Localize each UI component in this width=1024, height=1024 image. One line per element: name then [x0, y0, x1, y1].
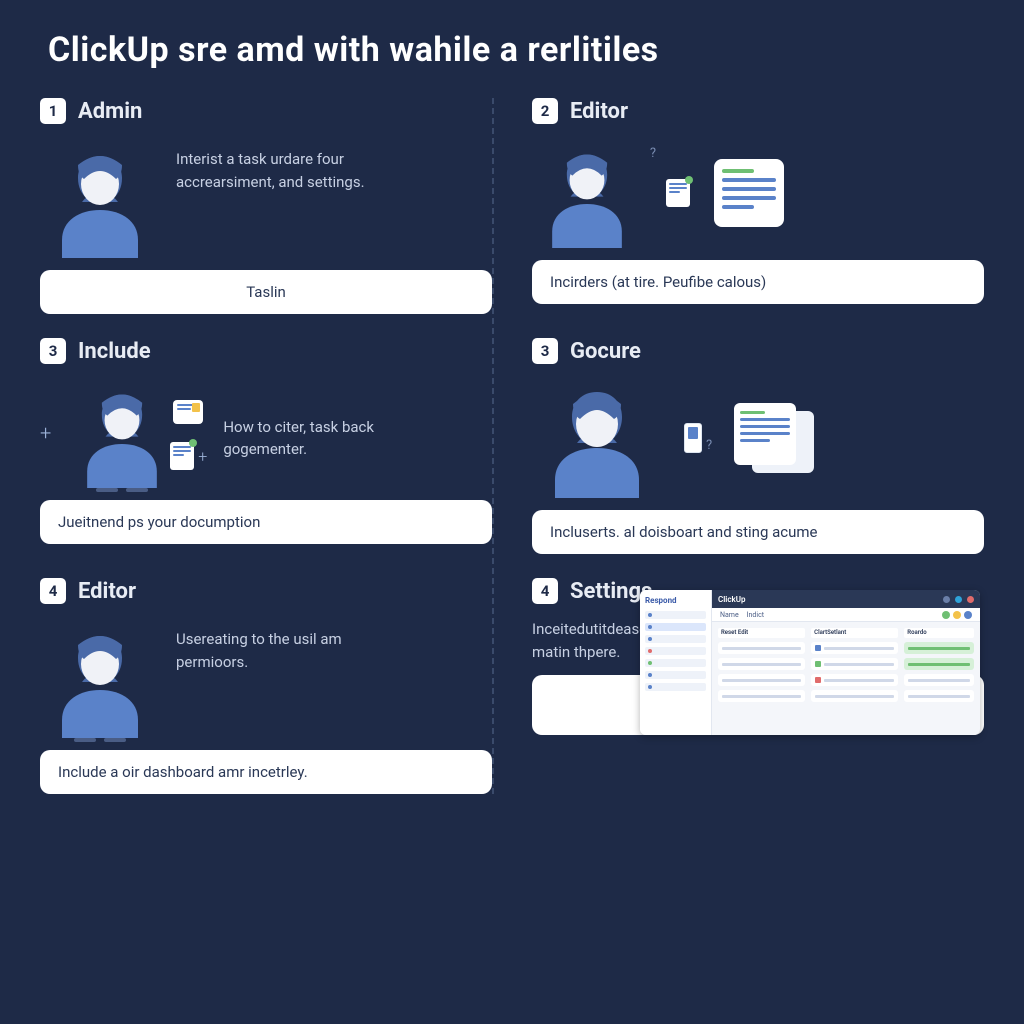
phone-icon — [684, 423, 702, 453]
desc-editor-bottom: Usereating to the usil am permioors. — [176, 618, 386, 673]
avatar-icon — [40, 138, 160, 258]
avatar-icon — [40, 618, 160, 738]
title-gocure: Gocure — [570, 339, 641, 364]
badge-4a: 4 — [40, 578, 66, 604]
plus-icon: + — [198, 447, 207, 466]
badge-4b: 4 — [532, 578, 558, 604]
plus-icon: + — [40, 421, 51, 445]
cell-editor-top: 2 Editor ? — [532, 98, 984, 314]
badge-3b: 3 — [532, 338, 558, 364]
roles-grid: 1 Admin Interist a task urdare four accr… — [40, 98, 984, 794]
document-icon — [666, 179, 690, 207]
mini-sidebar-logo: Respond — [645, 596, 706, 605]
document-icon — [170, 442, 194, 470]
title-include: Include — [78, 339, 151, 364]
cell-admin: 1 Admin Interist a task urdare four accr… — [40, 98, 492, 314]
question-icon: ? — [650, 146, 656, 161]
question-icon: ? — [706, 438, 712, 453]
dashes-icon — [96, 488, 148, 492]
chat-icon — [173, 400, 203, 424]
desc-include: How to citer, task back gogementer. — [223, 406, 433, 461]
mini-brand: ClickUp — [718, 595, 746, 604]
pill-gocure[interactable]: Incluserts. al doisboart and sting acume — [532, 510, 984, 554]
mini-col-header: Roardo — [904, 628, 974, 638]
mini-col-header: ClartSetlant — [811, 628, 898, 638]
cell-settings: 4 Settings Inceitedutitdeascooor servvin… — [532, 578, 984, 794]
cell-editor-bottom: 4 Editor Usereating to the usil am permi… — [40, 578, 492, 794]
mini-tab: Indict — [747, 611, 764, 619]
cell-gocure: 3 Gocure ? — [532, 338, 984, 554]
mini-col-header: Reset Edit — [718, 628, 805, 638]
stacked-document-icon — [734, 403, 814, 473]
badge-2: 2 — [532, 98, 558, 124]
title-admin: Admin — [78, 99, 142, 124]
pill-editor-top[interactable]: Incirders (at tire. Peufibe calous) — [532, 260, 984, 304]
badge-3a: 3 — [40, 338, 66, 364]
cell-include: 3 Include + — [40, 338, 492, 554]
avatar-icon — [532, 378, 662, 498]
badge-1: 1 — [40, 98, 66, 124]
dashes-icon — [74, 738, 126, 742]
avatar-icon: ? — [532, 138, 642, 248]
pill-editor-bottom[interactable]: Include a oir dashboard amr incetrley. — [40, 750, 492, 794]
app-screenshot: Respond ClickUp Name — [640, 590, 980, 735]
avatar-icon: + — [67, 378, 177, 488]
desc-admin: Interist a task urdare four accrearsimen… — [176, 138, 386, 193]
title-editor-top: Editor — [570, 99, 628, 124]
pill-admin[interactable]: Taslin — [40, 270, 492, 314]
mini-tab: Name — [720, 611, 739, 619]
page-title: ClickUp sre amd with wahile a rerlitiles — [40, 30, 984, 70]
title-editor-bottom: Editor — [78, 579, 136, 604]
pill-include[interactable]: Jueitnend ps your documption — [40, 500, 492, 544]
document-card-icon — [714, 159, 784, 227]
